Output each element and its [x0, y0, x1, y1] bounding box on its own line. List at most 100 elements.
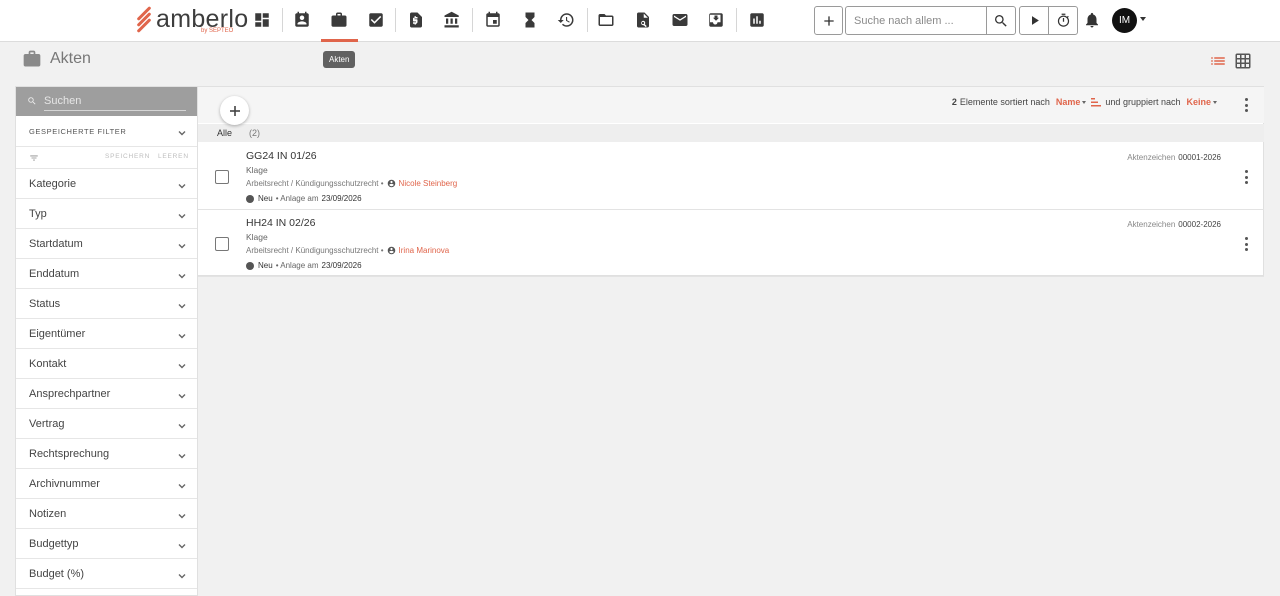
saved-filters-label: GESPEICHERTE FILTER	[29, 126, 127, 136]
case-reference: Aktenzeichen 00001-2026	[1127, 153, 1221, 162]
calendar-icon[interactable]	[482, 9, 504, 31]
status-dot-icon	[246, 194, 254, 203]
filter-label: Rechtsprechung	[29, 447, 110, 460]
chevron-down-icon	[178, 269, 186, 279]
sort-order-icon[interactable]	[1091, 97, 1102, 107]
case-title[interactable]: HH24 IN 02/26	[246, 217, 315, 229]
person-icon	[387, 179, 396, 188]
filter-label: Budgettyp	[29, 537, 79, 550]
status-dot-icon	[246, 261, 254, 270]
chevron-down-icon	[178, 419, 186, 429]
nav-separator	[395, 8, 396, 32]
reports-icon[interactable]	[746, 9, 768, 31]
filter-row[interactable]: Eigentümer	[16, 319, 197, 349]
folder-icon[interactable]	[595, 9, 617, 31]
status-label: Neu	[258, 261, 273, 270]
filter-row[interactable]: Ansprechpartner	[16, 379, 197, 409]
briefcase-icon[interactable]	[328, 9, 350, 31]
tasks-icon[interactable]	[365, 9, 387, 31]
history-icon[interactable]	[555, 9, 577, 31]
filter-row[interactable]: Enddatum	[16, 259, 197, 289]
folder-search-icon[interactable]	[632, 9, 654, 31]
list-view-icon[interactable]	[1209, 52, 1227, 70]
clear-filter-button[interactable]: LEEREN	[158, 153, 189, 160]
filter-row[interactable]: Startdatum	[16, 229, 197, 259]
billing-icon[interactable]	[405, 9, 427, 31]
filter-row[interactable]: Budgettyp	[16, 529, 197, 559]
filter-label: Kontakt	[29, 357, 67, 370]
filter-row[interactable]: Notizen	[16, 499, 197, 529]
case-checkbox[interactable]	[215, 237, 229, 251]
saved-filters-dropdown[interactable]: GESPEICHERTE FILTER	[16, 116, 197, 147]
group-field-dropdown[interactable]: Keine	[1186, 97, 1211, 107]
created-prefix: • Anlage am	[275, 194, 319, 203]
chevron-down-icon	[1082, 100, 1087, 104]
case-item[interactable]: GG24 IN 01/26 Klage Arbeitsrecht / Kündigu…	[198, 143, 1264, 210]
case-more-icon[interactable]	[1244, 170, 1248, 184]
filter-label: Budget (%)	[29, 567, 85, 580]
grid-view-icon[interactable]	[1234, 52, 1252, 70]
filter-row[interactable]: Status	[16, 289, 197, 319]
case-checkbox[interactable]	[215, 170, 229, 184]
play-icon[interactable]	[1020, 7, 1048, 34]
case-item[interactable]: HH24 IN 02/26 Klage Arbeitsrecht / Kündigu…	[198, 210, 1264, 277]
sidebar-search	[16, 87, 197, 116]
created-date: 23/09/2026	[321, 261, 362, 270]
chevron-down-icon	[178, 449, 186, 459]
chevron-down-icon	[178, 569, 186, 579]
sidebar-search-input[interactable]	[44, 92, 186, 111]
user-avatar[interactable]: IM	[1112, 8, 1137, 33]
notifications-bell-icon[interactable]	[1083, 11, 1101, 29]
responsible-person-link[interactable]: Nicole Steinberg	[399, 179, 458, 188]
global-search-input[interactable]	[846, 7, 986, 34]
reference-label: Aktenzeichen	[1127, 153, 1176, 162]
chevron-down-icon	[178, 389, 186, 399]
save-filter-button[interactable]: SPEICHERN	[105, 153, 150, 160]
case-title[interactable]: GG24 IN 01/26	[246, 150, 317, 162]
filter-row[interactable]: Typ	[16, 199, 197, 229]
case-type: Klage	[246, 165, 268, 175]
search-icon	[28, 97, 36, 105]
chevron-down-icon	[178, 239, 186, 249]
nav-separator	[587, 8, 588, 32]
search-icon[interactable]	[986, 7, 1015, 34]
add-case-button[interactable]	[220, 96, 249, 125]
create-new-button[interactable]	[814, 6, 843, 35]
contacts-icon[interactable]	[291, 9, 313, 31]
mail-icon[interactable]	[669, 9, 691, 31]
responsible-person-link[interactable]: Irina Marinova	[399, 246, 450, 255]
amberlo-logo[interactable]: amberlo by SEPTEO	[133, 4, 248, 38]
person-icon	[387, 246, 396, 255]
chevron-down-icon	[178, 509, 186, 519]
reference-label: Aktenzeichen	[1127, 220, 1176, 229]
filter-row[interactable]: Budget (%)	[16, 559, 197, 589]
filter-label: Enddatum	[29, 267, 80, 280]
bank-icon[interactable]	[441, 9, 463, 31]
chevron-down-icon	[178, 479, 186, 489]
avatar-dropdown-icon[interactable]	[1140, 17, 1146, 21]
logo-subtitle: by SEPTEO	[201, 28, 234, 34]
reference-value: 00002-2026	[1178, 220, 1221, 229]
filter-icon[interactable]	[29, 152, 41, 164]
filter-list: Kategorie Typ Startdatum Enddatum Status Eige…	[16, 169, 197, 589]
sort-info: 2 Elemente sortiert nach Name und gruppi…	[952, 97, 1222, 107]
filter-row[interactable]: Archivnummer	[16, 469, 197, 499]
dashboard-icon[interactable]	[251, 9, 273, 31]
list-more-icon[interactable]	[1244, 98, 1248, 112]
case-more-icon[interactable]	[1244, 237, 1248, 251]
case-reference: Aktenzeichen 00002-2026	[1127, 220, 1221, 229]
filter-row[interactable]: Rechtsprechung	[16, 439, 197, 469]
filter-row[interactable]: Kontakt	[16, 349, 197, 379]
case-area: Arbeitsrecht / Kündigungsschutzrecht • Ir…	[246, 246, 449, 255]
sort-field-dropdown[interactable]: Name	[1056, 97, 1081, 107]
stopwatch-icon[interactable]	[1048, 7, 1077, 34]
filter-row[interactable]: Vertrag	[16, 409, 197, 439]
count-suffix: Elemente sortiert nach	[959, 97, 1050, 107]
filter-label: Ansprechpartner	[29, 387, 111, 400]
item-count: 2	[951, 97, 957, 107]
chevron-down-icon	[178, 329, 186, 339]
filter-row[interactable]: Kategorie	[16, 169, 197, 199]
inbox-icon[interactable]	[705, 9, 727, 31]
case-status: Neu • Anlage am 23/09/2026	[246, 194, 362, 203]
hourglass-icon[interactable]	[519, 9, 541, 31]
